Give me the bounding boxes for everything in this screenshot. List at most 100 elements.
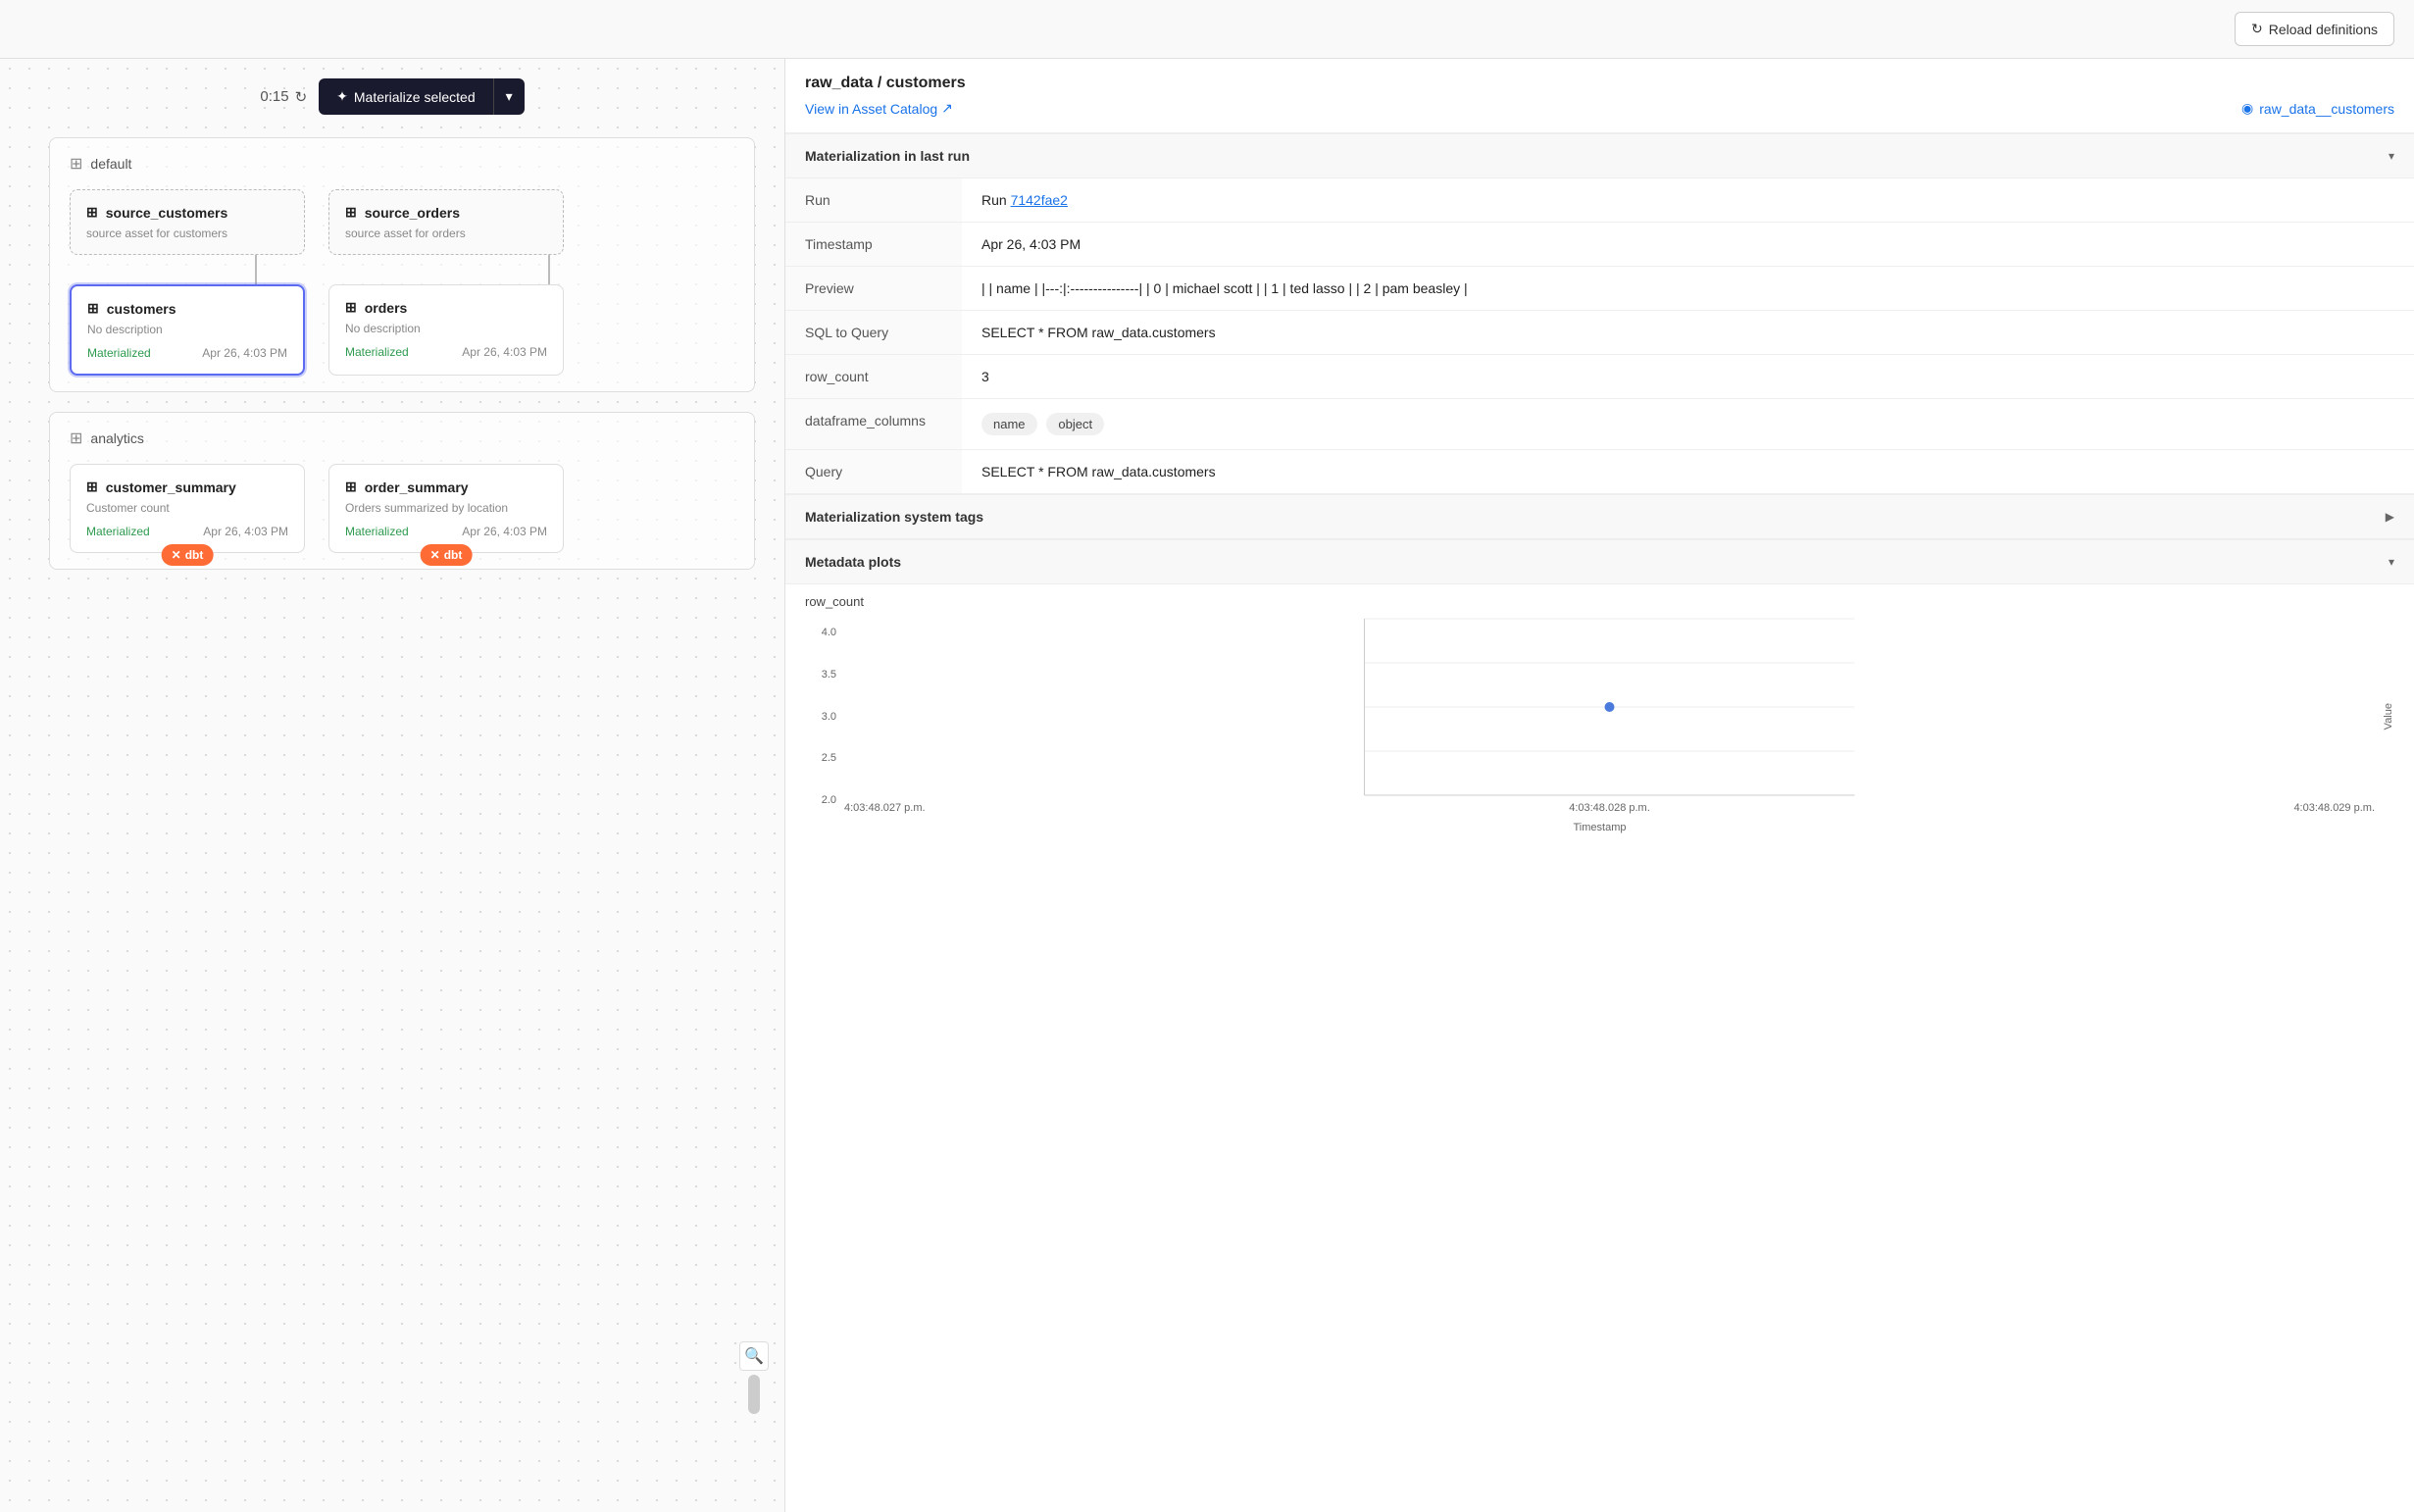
asset-tag-icon: ◉ <box>2241 100 2253 117</box>
chart-area: 4:03:48.027 p.m. 4:03:48.028 p.m. 4:03:4… <box>844 619 2375 814</box>
order-summary-status: Materialized <box>345 525 409 538</box>
materialize-label: Materialize selected <box>354 89 476 105</box>
system-tags-section-header[interactable]: Materialization system tags ▶ <box>785 494 2414 539</box>
connector-wrapper-2 <box>431 255 667 284</box>
system-tags-title: Materialization system tags <box>805 509 983 525</box>
table-icon-5: ⊞ <box>86 479 98 495</box>
run-label: Run <box>785 178 962 222</box>
group-default: ⊞ default ⊞ source_customers source asse… <box>49 137 755 392</box>
table-icon-3: ⊞ <box>87 300 99 317</box>
node-customer-summary[interactable]: ⊞ customer_summary Customer count Materi… <box>70 464 305 553</box>
main-nodes-row-default: ⊞ customers No description Materialized … <box>70 284 734 376</box>
analytics-nodes-row: ⊞ customer_summary Customer count Materi… <box>70 464 734 553</box>
source-orders-desc: source asset for orders <box>345 227 547 240</box>
node-source-orders[interactable]: ⊞ source_orders source asset for orders <box>328 189 564 255</box>
customers-timestamp: Apr 26, 4:03 PM <box>202 346 287 360</box>
zoom-in-button[interactable]: 🔍 <box>739 1341 769 1371</box>
table-icon-2: ⊞ <box>345 204 357 221</box>
chart-title: row_count <box>805 594 2394 609</box>
customer-summary-header: ⊞ customer_summary <box>86 479 288 495</box>
y-tick-2: 2.0 <box>822 794 836 806</box>
order-summary-footer: Materialized Apr 26, 4:03 PM <box>345 525 547 538</box>
materialize-dropdown-button[interactable]: ▾ <box>493 78 525 115</box>
y-axis: 4.0 3.5 3.0 2.5 2.0 <box>805 619 836 814</box>
panel-header: raw_data / customers View in Asset Catal… <box>785 59 2414 133</box>
customer-summary-label: customer_summary <box>106 479 236 495</box>
customer-summary-timestamp: Apr 26, 4:03 PM <box>203 525 288 538</box>
tag-object: object <box>1046 413 1104 435</box>
orders-desc: No description <box>345 322 547 335</box>
graph-panel: 0:15 ↻ ✦ Materialize selected ▾ ⊞ defaul… <box>0 59 784 1512</box>
y-tick-4: 4.0 <box>822 627 836 638</box>
customer-summary-desc: Customer count <box>86 501 288 515</box>
customers-header: ⊞ customers <box>87 300 287 317</box>
node-order-summary[interactable]: ⊞ order_summary Orders summarized by loc… <box>328 464 564 553</box>
metadata-plots-title: Metadata plots <box>805 554 901 570</box>
group-icon: ⊞ <box>70 154 82 174</box>
source-customers-desc: source asset for customers <box>86 227 288 240</box>
orders-status: Materialized <box>345 345 409 359</box>
orders-footer: Materialized Apr 26, 4:03 PM <box>345 345 547 359</box>
row-count-label: row_count <box>785 355 962 398</box>
node-source-customers[interactable]: ⊞ source_customers source asset for cust… <box>70 189 305 255</box>
materialize-button-group: ✦ Materialize selected ▾ <box>319 78 525 115</box>
source-nodes-row: ⊞ source_customers source asset for cust… <box>70 189 734 255</box>
row-count-value: 3 <box>962 355 2414 398</box>
query-label: Query <box>785 450 962 493</box>
x-tick-3: 4:03:48.029 p.m. <box>2293 802 2375 814</box>
sql-query-value: SELECT * FROM raw_data.customers <box>962 311 2414 354</box>
preview-row: Preview | | name | |---:|:--------------… <box>785 267 2414 311</box>
run-value: Run 7142fae2 <box>962 178 2414 222</box>
timestamp-label: Timestamp <box>785 223 962 266</box>
order-summary-timestamp: Apr 26, 4:03 PM <box>462 525 547 538</box>
panel-header-row: View in Asset Catalog ↗ ◉ raw_data__cust… <box>805 100 2394 117</box>
x-tick-2: 4:03:48.028 p.m. <box>1569 802 1650 814</box>
chart-container: row_count 4.0 3.5 3.0 2.5 2.0 <box>785 584 2414 853</box>
source-customers-header: ⊞ source_customers <box>86 204 288 221</box>
asset-tag: ◉ raw_data__customers <box>2241 100 2394 117</box>
query-row: Query SELECT * FROM raw_data.customers <box>785 450 2414 494</box>
reload-definitions-button[interactable]: ↻ Reload definitions <box>2235 12 2394 46</box>
zoom-controls: 🔍 <box>739 1341 769 1414</box>
materialize-star-icon: ✦ <box>336 88 348 105</box>
graph-toolbar: 0:15 ↻ ✦ Materialize selected ▾ <box>0 78 784 115</box>
asset-tag-text: raw_data__customers <box>2259 101 2394 117</box>
group-default-label: ⊞ default <box>70 154 734 174</box>
right-panel: raw_data / customers View in Asset Catal… <box>784 59 2414 1512</box>
y-tick-35: 3.5 <box>822 669 836 680</box>
connector-area-1 <box>70 255 734 284</box>
dataframe-columns-label: dataframe_columns <box>785 399 962 449</box>
source-orders-header: ⊞ source_orders <box>345 204 547 221</box>
scroll-handle[interactable] <box>748 1375 760 1414</box>
source-orders-label: source_orders <box>365 205 460 221</box>
run-row: Run Run 7142fae2 <box>785 178 2414 223</box>
dbt-badge-customer-summary: ✕ dbt <box>162 544 214 566</box>
breadcrumb: raw_data / customers <box>805 75 2394 92</box>
group-analytics-label: ⊞ analytics <box>70 428 734 448</box>
timer-display: 0:15 ↻ <box>260 88 307 106</box>
node-customers[interactable]: ⊞ customers No description Materialized … <box>70 284 305 376</box>
orders-header: ⊞ orders <box>345 299 547 316</box>
sql-query-label: SQL to Query <box>785 311 962 354</box>
order-summary-header: ⊞ order_summary <box>345 479 547 495</box>
main-layout: 0:15 ↻ ✦ Materialize selected ▾ ⊞ defaul… <box>0 59 2414 1512</box>
run-link[interactable]: 7142fae2 <box>1011 192 1068 208</box>
connector-line-2 <box>548 255 550 284</box>
sql-query-row: SQL to Query SELECT * FROM raw_data.cust… <box>785 311 2414 355</box>
orders-label: orders <box>365 300 408 316</box>
timer-value: 0:15 <box>260 88 288 105</box>
materialization-section-header[interactable]: Materialization in last run ▾ <box>785 133 2414 178</box>
timestamp-row: Timestamp Apr 26, 4:03 PM <box>785 223 2414 267</box>
node-orders[interactable]: ⊞ orders No description Materialized Apr… <box>328 284 564 376</box>
group-analytics-icon: ⊞ <box>70 428 82 448</box>
metadata-plots-section-header[interactable]: Metadata plots ▾ <box>785 539 2414 584</box>
view-in-catalog-link[interactable]: View in Asset Catalog ↗ <box>805 100 953 117</box>
customer-summary-status: Materialized <box>86 525 150 538</box>
x-tick-1: 4:03:48.027 p.m. <box>844 802 926 814</box>
connector-wrapper-1 <box>138 255 374 284</box>
customers-footer: Materialized Apr 26, 4:03 PM <box>87 346 287 360</box>
row-count-row: row_count 3 <box>785 355 2414 399</box>
order-summary-label: order_summary <box>365 479 469 495</box>
materialize-selected-button[interactable]: ✦ Materialize selected <box>319 78 492 115</box>
group-analytics: ⊞ analytics ⊞ customer_summary Customer … <box>49 412 755 570</box>
